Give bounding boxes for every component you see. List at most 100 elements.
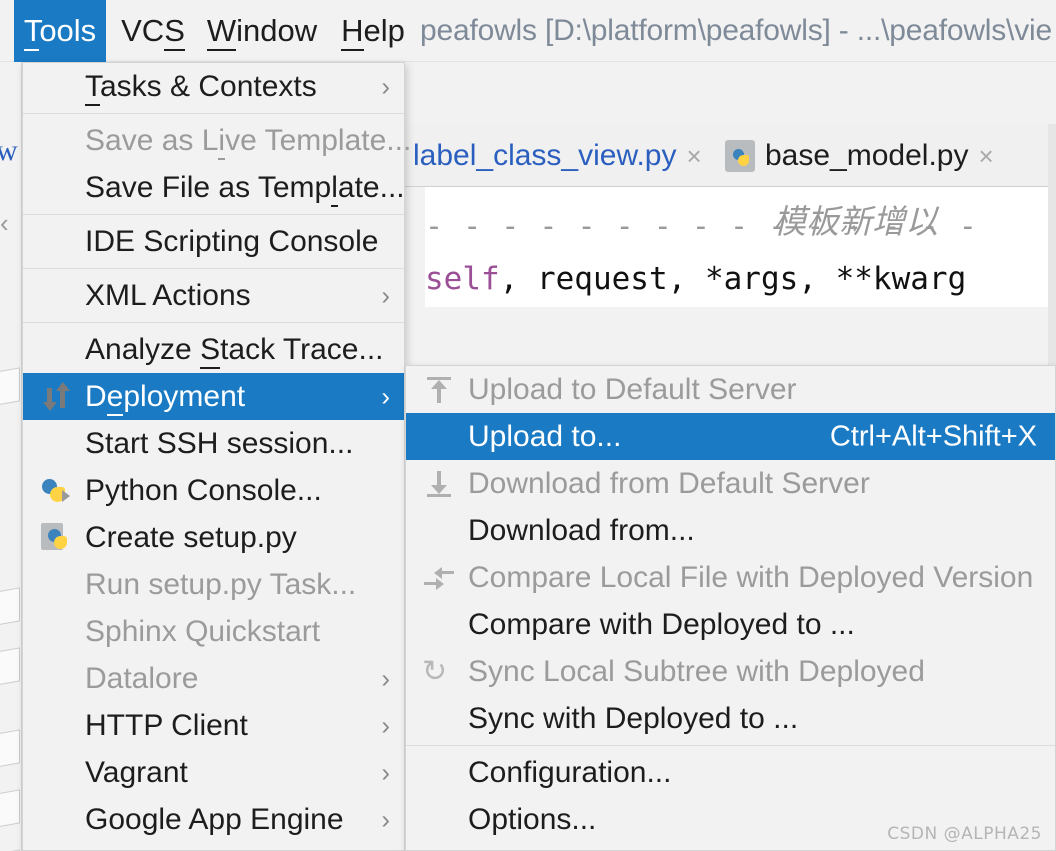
menu-item-analyze-stack-trace[interactable]: Analyze Stack Trace... bbox=[23, 326, 404, 373]
menu-item-label: Upload to Default Server bbox=[406, 373, 797, 407]
ide-window: Tools VCS Window Help peafowls [D:\platf… bbox=[0, 0, 1056, 851]
menubar-item-vcs-label: VCS bbox=[121, 13, 185, 49]
menubar-item-window-label: Window bbox=[207, 13, 317, 49]
menu-item-label: Google App Engine bbox=[23, 803, 344, 837]
menu-item-deployment[interactable]: Deployment › bbox=[23, 373, 404, 420]
menubar-item-help-label: Help bbox=[341, 13, 405, 49]
menu-item-label: Vagrant bbox=[23, 756, 188, 790]
download-icon bbox=[422, 467, 456, 501]
chevron-right-icon: › bbox=[381, 71, 390, 102]
menu-bar: Tools VCS Window Help peafowls [D:\platf… bbox=[0, 0, 1056, 62]
chevron-right-icon: › bbox=[381, 280, 390, 311]
menu-item-label: Options... bbox=[406, 803, 596, 837]
chevron-left-icon: ‹ bbox=[0, 208, 9, 239]
menubar-item-window[interactable]: Window bbox=[196, 0, 328, 62]
menu-item-create-setup-py[interactable]: Create setup.py bbox=[23, 514, 404, 561]
menu-item-label: Run setup.py Task... bbox=[23, 568, 356, 602]
menu-item-label: Save as Live Template... bbox=[23, 124, 411, 158]
editor-tab-label: label_class_view.py bbox=[413, 139, 676, 173]
menubar-item-tools-label: Tools bbox=[24, 13, 96, 49]
menu-item-upload-to[interactable]: Upload to... Ctrl+Alt+Shift+X bbox=[406, 413, 1055, 460]
upload-icon bbox=[422, 373, 456, 407]
menu-item-label: Tasks & Contexts bbox=[23, 70, 317, 104]
menu-item-label: Analyze Stack Trace... bbox=[23, 333, 383, 367]
code-comment-cn: 模板新增以 bbox=[773, 195, 938, 243]
tools-dropdown-menu[interactable]: Tasks & Contexts › Save as Live Template… bbox=[22, 62, 405, 851]
left-tool-strip: w ‹ bbox=[0, 62, 22, 851]
menu-item-label: Save File as Template... bbox=[23, 171, 405, 205]
menu-separator bbox=[23, 322, 404, 323]
menu-separator bbox=[23, 268, 404, 269]
menu-item-compare-local-file-with-deployed-version[interactable]: Compare Local File with Deployed Version bbox=[406, 554, 1055, 601]
deployment-submenu[interactable]: Upload to Default Server Upload to... Ct… bbox=[405, 365, 1056, 851]
menu-item-http-client[interactable]: HTTP Client › bbox=[23, 702, 404, 749]
menu-item-label: Download from Default Server bbox=[406, 467, 870, 501]
chevron-right-icon: › bbox=[381, 804, 390, 835]
tool-window-stripe[interactable] bbox=[0, 789, 20, 828]
compare-icon bbox=[422, 561, 456, 595]
menu-item-label: IDE Scripting Console bbox=[23, 225, 378, 259]
menu-item-sphinx-quickstart[interactable]: Sphinx Quickstart bbox=[23, 608, 404, 655]
menu-item-label: Upload to... bbox=[406, 420, 621, 454]
menu-item-save-file-as-template[interactable]: Save File as Template... bbox=[23, 164, 404, 211]
menu-item-start-ssh-session[interactable]: Start SSH session... bbox=[23, 420, 404, 467]
menu-item-label: HTTP Client bbox=[23, 709, 248, 743]
menu-item-compare-with-deployed-to[interactable]: Compare with Deployed to ... bbox=[406, 601, 1055, 648]
menu-item-label: Start SSH session... bbox=[23, 427, 353, 461]
chevron-right-icon: › bbox=[381, 757, 390, 788]
menu-separator bbox=[406, 745, 1055, 746]
menu-item-configuration[interactable]: Configuration... bbox=[406, 749, 1055, 796]
menu-item-label: Compare Local File with Deployed Version bbox=[406, 561, 1033, 595]
menu-item-python-console[interactable]: Python Console... bbox=[23, 467, 404, 514]
tool-window-stripe[interactable] bbox=[0, 647, 20, 686]
code-viewport[interactable]: - - - - - - - - - - - - - - - 模板新增以 self… bbox=[425, 187, 1056, 307]
menu-item-google-app-engine[interactable]: Google App Engine › bbox=[23, 796, 404, 843]
menu-item-xml-actions[interactable]: XML Actions › bbox=[23, 272, 404, 319]
menubar-item-help[interactable]: Help bbox=[330, 0, 416, 62]
menubar-item-vcs[interactable]: VCS bbox=[114, 0, 192, 62]
tool-window-stripe[interactable] bbox=[0, 729, 20, 768]
menu-item-tasks-contexts[interactable]: Tasks & Contexts › bbox=[23, 63, 404, 110]
menu-item-label: XML Actions bbox=[23, 279, 251, 313]
close-icon[interactable]: × bbox=[978, 141, 993, 172]
menu-item-run-setup-py-task[interactable]: Run setup.py Task... bbox=[23, 561, 404, 608]
code-line: self, request, *args, **kwarg bbox=[425, 261, 966, 297]
menu-item-label: Sync with Deployed to ... bbox=[406, 702, 798, 736]
menu-item-upload-to-default-server[interactable]: Upload to Default Server bbox=[406, 366, 1055, 413]
chevron-right-icon: › bbox=[381, 381, 390, 412]
watermark: CSDN @ALPHA25 bbox=[887, 824, 1042, 844]
menu-item-label: Sphinx Quickstart bbox=[23, 615, 320, 649]
editor-tab-bar: label_class_view.py × base_model.py × bbox=[405, 125, 1056, 187]
menu-item-save-as-live-template[interactable]: Save as Live Template... bbox=[23, 117, 404, 164]
deployment-icon bbox=[39, 380, 73, 414]
menu-item-download-from-default-server[interactable]: Download from Default Server bbox=[406, 460, 1055, 507]
create-setup-py-icon bbox=[39, 521, 73, 555]
code-token-self: self bbox=[425, 261, 500, 297]
editor-tab-label-class-view[interactable]: label_class_view.py × bbox=[413, 125, 702, 187]
chevron-right-icon: › bbox=[381, 710, 390, 741]
menu-item-label: Sync Local Subtree with Deployed bbox=[406, 655, 925, 689]
menu-item-sync-local-subtree-with-deployed[interactable]: ↻ Sync Local Subtree with Deployed bbox=[406, 648, 1055, 695]
menu-item-sync-with-deployed-to[interactable]: Sync with Deployed to ... bbox=[406, 695, 1055, 742]
menu-item-label: Compare with Deployed to ... bbox=[406, 608, 855, 642]
window-title: peafowls [D:\platform\peafowls] - ...\pe… bbox=[420, 0, 1052, 62]
menu-item-label: Configuration... bbox=[406, 756, 671, 790]
chevron-right-icon: › bbox=[381, 663, 390, 694]
editor-tab-base-model[interactable]: base_model.py × bbox=[725, 125, 994, 187]
menu-item-datalore[interactable]: Datalore › bbox=[23, 655, 404, 702]
sidebar-partial-label: w bbox=[0, 134, 18, 168]
editor-tab-label: base_model.py bbox=[765, 139, 968, 173]
menubar-item-tools[interactable]: Tools bbox=[14, 0, 106, 62]
menu-item-shortcut: Ctrl+Alt+Shift+X bbox=[830, 420, 1037, 453]
menu-item-ide-scripting-console[interactable]: IDE Scripting Console bbox=[23, 218, 404, 265]
menu-item-vagrant[interactable]: Vagrant › bbox=[23, 749, 404, 796]
code-token-params: , request, *args, **kwarg bbox=[500, 261, 967, 297]
menu-separator bbox=[23, 113, 404, 114]
sync-icon: ↻ bbox=[422, 655, 456, 689]
close-icon[interactable]: × bbox=[686, 141, 701, 172]
menu-item-download-from[interactable]: Download from... bbox=[406, 507, 1055, 554]
tool-window-stripe[interactable] bbox=[0, 367, 20, 406]
menu-item-label: Datalore bbox=[23, 662, 198, 696]
tool-window-stripe[interactable] bbox=[0, 587, 20, 626]
python-file-icon bbox=[725, 140, 755, 172]
